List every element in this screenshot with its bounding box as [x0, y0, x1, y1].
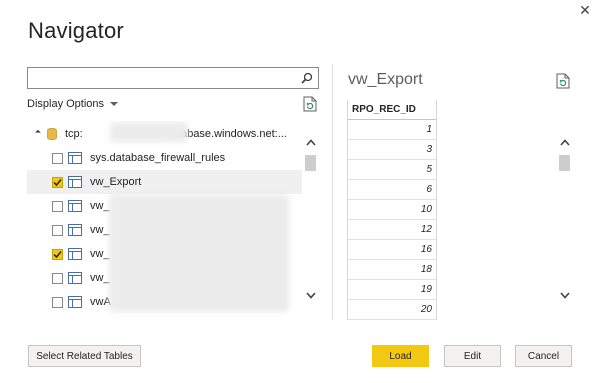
tree-item-label: vwA [90, 296, 111, 308]
tree-item-label: vw_ [90, 248, 110, 260]
table-view-icon [68, 176, 82, 188]
grid-cell: 20 [348, 300, 437, 320]
item-checkbox[interactable] [52, 200, 63, 212]
chevron-down-icon [559, 291, 570, 299]
preview-title: vw_Export [348, 71, 423, 88]
cancel-button[interactable]: Cancel [515, 345, 572, 367]
search-input[interactable] [31, 70, 293, 86]
refresh-icon[interactable] [303, 96, 317, 112]
search-icon [301, 72, 313, 84]
grid-cell: 19 [348, 280, 437, 300]
item-checkbox[interactable] [52, 152, 63, 164]
tree-item-label: vw_ [90, 272, 110, 284]
preview-grid: RPO_REC_ID 1 3 5 6 10 12 16 18 19 20 [347, 100, 437, 320]
search-button[interactable] [296, 68, 318, 88]
item-checkbox[interactable] [52, 248, 63, 260]
select-related-tables-button[interactable]: Select Related Tables [28, 345, 141, 367]
grid-cell: 3 [348, 140, 437, 160]
table-view-icon [68, 296, 82, 308]
navigator-tree: tcp: .database.windows.net:... sys.databa… [27, 121, 322, 317]
table-view-icon [68, 152, 82, 164]
scroll-up-button[interactable] [557, 135, 572, 149]
grid-cell: 6 [348, 180, 437, 200]
edit-button[interactable]: Edit [444, 345, 501, 367]
table-view-icon [68, 272, 82, 284]
chevron-down-icon [110, 102, 119, 106]
table-view-icon [68, 248, 82, 260]
item-checkbox[interactable] [52, 176, 63, 188]
load-button[interactable]: Load [372, 345, 429, 367]
checkmark-icon [53, 178, 62, 186]
collapse-arrow-icon[interactable] [33, 129, 43, 139]
checkmark-icon [53, 250, 62, 258]
item-checkbox[interactable] [52, 296, 63, 308]
table-view-icon [68, 224, 82, 236]
scroll-down-button[interactable] [557, 288, 572, 302]
preview-scrollbar[interactable] [557, 135, 572, 305]
chevron-down-icon [305, 291, 316, 299]
tree-item-label: vw_ [90, 200, 110, 212]
display-options-dropdown[interactable]: Display Options [27, 98, 119, 110]
search-box [27, 67, 319, 89]
pane-divider [332, 64, 333, 320]
display-options-label: Display Options [27, 98, 105, 110]
grid-cell: 5 [348, 160, 437, 180]
refresh-icon[interactable] [556, 73, 570, 89]
tree-scrollbar[interactable] [303, 135, 318, 305]
grid-cell: 1 [348, 120, 437, 140]
item-checkbox[interactable] [52, 272, 63, 284]
chevron-up-icon [305, 138, 316, 146]
tree-item-label: vw_ [90, 224, 110, 236]
database-icon [47, 128, 57, 140]
scroll-thumb[interactable] [559, 155, 570, 171]
grid-cell: 10 [348, 200, 437, 220]
grid-cell: 12 [348, 220, 437, 240]
chevron-up-icon [559, 138, 570, 146]
scroll-down-button[interactable] [303, 288, 318, 302]
tree-item[interactable]: sys.database_firewall_rules [27, 146, 302, 170]
tree-item-label: vw_Export [90, 176, 142, 188]
redaction-blur [109, 194, 289, 312]
close-icon[interactable]: ✕ [578, 3, 592, 17]
server-prefix: tcp: [65, 128, 83, 140]
scroll-thumb[interactable] [305, 155, 316, 171]
dialog-title: Navigator [28, 18, 124, 43]
redaction-blur [110, 122, 188, 142]
column-header[interactable]: RPO_REC_ID [348, 100, 437, 120]
item-checkbox[interactable] [52, 224, 63, 236]
grid-cell: 18 [348, 260, 437, 280]
grid-cell: 16 [348, 240, 437, 260]
scroll-up-button[interactable] [303, 135, 318, 149]
table-view-icon [68, 200, 82, 212]
tree-item[interactable]: vw_Export [27, 170, 302, 194]
tree-item-label: sys.database_firewall_rules [90, 152, 226, 164]
